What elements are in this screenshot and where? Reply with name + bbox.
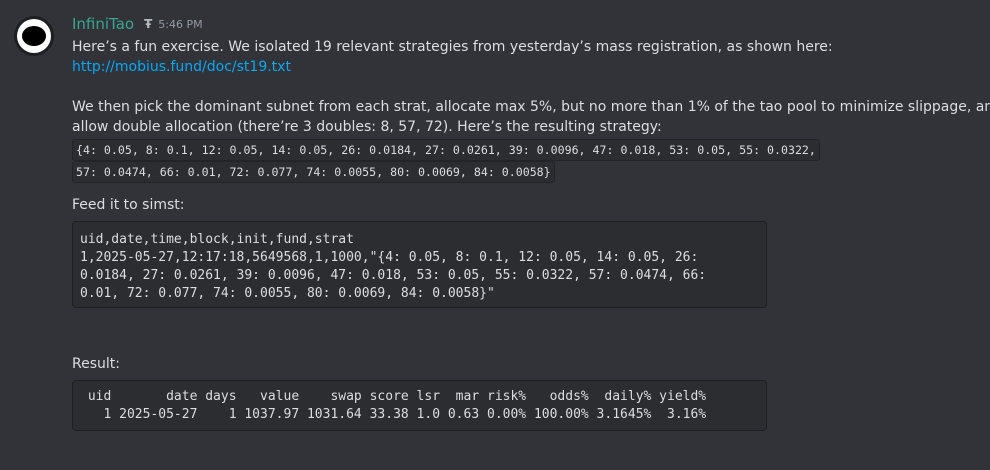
message-header: InfiniTao Ŧ 5:46 PM <box>72 14 977 34</box>
username[interactable]: InfiniTao <box>72 15 134 33</box>
message-paragraph-2-line-2: allow double allocation (there’re 3 doub… <box>72 119 662 135</box>
message-paragraph-2-line-1: We then pick the dominant subnet from ea… <box>72 99 990 115</box>
simst-input-code-block: uid,date,time,block,init,fund,strat 1,20… <box>72 221 767 308</box>
chat-message: InfiniTao Ŧ 5:46 PM Here’s a fun exercis… <box>72 14 990 431</box>
strategies-link[interactable]: http://mobius.fund/doc/st19.txt <box>72 59 291 75</box>
strategy-inline-code-2: 57: 0.0474, 66: 0.01, 72: 0.077, 74: 0.0… <box>72 161 555 183</box>
message-paragraph-1: Here’s a fun exercise. We isolated 19 re… <box>72 39 833 55</box>
message-link-line: http://mobius.fund/doc/st19.txt <box>72 57 977 77</box>
strategy-inline-code-1: {4: 0.05, 8: 0.1, 12: 0.05, 14: 0.05, 26… <box>72 139 820 161</box>
message-paragraph-4: Result: <box>72 356 120 372</box>
result-code-block: uid date days value swap score lsr mar r… <box>72 380 767 431</box>
message-paragraph-3: Feed it to simst: <box>72 197 185 213</box>
message-timestamp[interactable]: 5:46 PM <box>158 18 202 31</box>
strategy-inline-code-wrapper: {4: 0.05, 8: 0.1, 12: 0.05, 14: 0.05, 26… <box>72 137 977 161</box>
strategy-inline-code-wrapper-2: 57: 0.0474, 66: 0.01, 72: 0.077, 74: 0.0… <box>72 159 977 183</box>
user-avatar[interactable] <box>14 16 54 56</box>
role-badge-icon: Ŧ <box>144 17 153 31</box>
avatar-core <box>22 26 46 46</box>
avatar-ring <box>17 19 51 53</box>
